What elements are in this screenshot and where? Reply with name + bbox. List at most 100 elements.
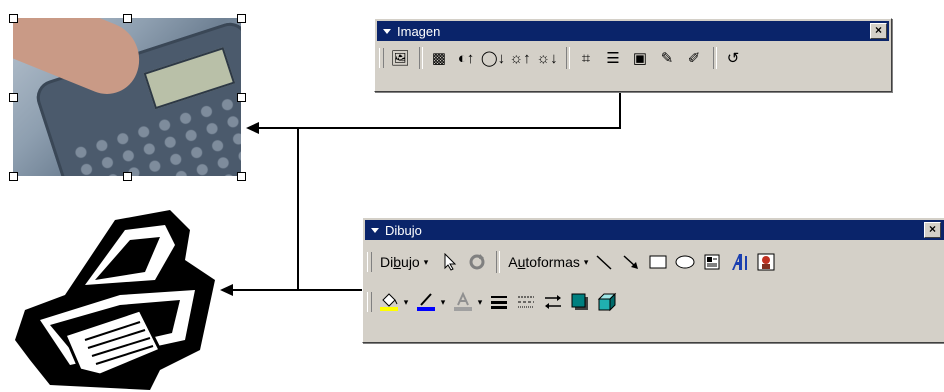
- resize-handle-ne[interactable]: [237, 14, 246, 23]
- draw-menu-button[interactable]: Dibujo ▾: [376, 251, 432, 273]
- resize-handle-nw[interactable]: [9, 14, 18, 23]
- imagen-toolbar: Imagen × 🖼 ▩ ◐↑ ◯↓ ☼↑ ☼↓ ⌗ ☰ ▣ ✎ ✐ ↺: [374, 18, 892, 92]
- insert-picture-icon: 🖼: [390, 50, 410, 67]
- set-transparent-color-button[interactable]: ✐: [682, 47, 706, 69]
- oval-icon: [675, 255, 695, 269]
- font-color-button[interactable]: ▾: [450, 291, 484, 313]
- 3d-icon: [597, 292, 617, 312]
- arrow-to-printer-icon: [220, 284, 233, 296]
- toolbar-separator: [713, 47, 717, 69]
- fill-color-icon: [379, 293, 398, 311]
- more-brightness-icon: ☼↑: [509, 49, 531, 67]
- arrow-to-picture-icon: [246, 122, 259, 134]
- less-contrast-button[interactable]: ◯↓: [481, 47, 505, 69]
- line-style-button[interactable]: ☰: [601, 47, 625, 69]
- resize-handle-w[interactable]: [9, 93, 18, 102]
- toolbar-gripper[interactable]: [367, 292, 372, 312]
- text-box-icon: [704, 254, 720, 270]
- more-contrast-icon: ◐↑: [457, 49, 475, 67]
- line-button[interactable]: [592, 251, 616, 273]
- dash-style-button[interactable]: [514, 291, 538, 313]
- reset-picture-icon: ↺: [726, 50, 740, 67]
- connector-line: [232, 289, 362, 291]
- arrow-button[interactable]: [619, 251, 643, 273]
- select-arrow-icon: [444, 253, 457, 271]
- dash-style-icon: [518, 296, 534, 308]
- resize-handle-se[interactable]: [237, 172, 246, 181]
- font-color-icon: [453, 291, 472, 311]
- dibujo-toolbar-titlebar[interactable]: Dibujo ×: [365, 220, 944, 240]
- arrow-style-icon: [545, 295, 561, 309]
- toolbar-menu-icon[interactable]: [371, 227, 379, 233]
- dibujo-toolbar-title: Dibujo: [385, 222, 422, 238]
- rectangle-button[interactable]: [646, 251, 670, 273]
- select-objects-button[interactable]: [438, 251, 462, 273]
- insert-picture-button[interactable]: 🖼: [388, 47, 412, 69]
- line-color-icon: [416, 293, 435, 311]
- shadow-button[interactable]: [568, 291, 592, 313]
- dibujo-row-2: ▾ ▾ ▾: [363, 282, 944, 322]
- oval-button[interactable]: [673, 251, 697, 273]
- wordart-icon: [732, 254, 748, 270]
- set-transparent-color-icon: ✐: [687, 50, 701, 67]
- text-wrapping-button[interactable]: ▣: [628, 47, 652, 69]
- free-rotate-button[interactable]: [465, 251, 489, 273]
- text-wrapping-icon: ▣: [632, 50, 648, 67]
- rectangle-icon: [649, 255, 667, 269]
- reset-picture-button[interactable]: ↺: [721, 47, 745, 69]
- dibujo-row-1: Dibujo ▾ Autoformas ▾: [363, 242, 944, 282]
- resize-handle-s[interactable]: [123, 172, 132, 181]
- toolbar-separator: [566, 47, 570, 69]
- toolbar-separator: [419, 47, 423, 69]
- autoshapes-menu-button[interactable]: Autoformas ▾: [504, 251, 592, 273]
- resize-handle-n[interactable]: [123, 14, 132, 23]
- dropdown-arrow-icon: ▾: [440, 296, 446, 307]
- imagen-toolbar-buttons: 🖼 ▩ ◐↑ ◯↓ ☼↑ ☼↓ ⌗ ☰ ▣ ✎ ✐ ↺: [375, 43, 891, 73]
- line-style-icon: [491, 296, 507, 309]
- dropdown-arrow-icon: ▾: [423, 256, 429, 267]
- resize-handle-e[interactable]: [237, 93, 246, 102]
- printer-clipart: [15, 210, 215, 390]
- imagen-toolbar-title: Imagen: [397, 23, 441, 39]
- dibujo-toolbar: Dibujo × Dibujo ▾ Autoformas ▾ ▾ ▾ ▾: [362, 217, 944, 343]
- less-brightness-icon: ☼↓: [536, 49, 558, 67]
- dropdown-arrow-icon: ▾: [477, 296, 483, 307]
- less-contrast-icon: ◯↓: [480, 50, 506, 67]
- resize-handle-sw[interactable]: [9, 172, 18, 181]
- line-color-button[interactable]: ▾: [413, 291, 447, 313]
- connector-line: [258, 127, 621, 129]
- shadow-icon: [571, 293, 588, 310]
- dropdown-arrow-icon: ▾: [583, 256, 589, 267]
- more-contrast-button[interactable]: ◐↑: [454, 47, 478, 69]
- text-box-button[interactable]: [700, 251, 724, 273]
- connector-line: [297, 127, 299, 290]
- line-icon: [596, 255, 612, 270]
- arrow-icon: [623, 255, 639, 269]
- wordart-button[interactable]: [727, 251, 751, 273]
- crop-button[interactable]: ⌗: [574, 47, 598, 69]
- arrow-style-button[interactable]: [541, 291, 565, 313]
- toolbar-gripper[interactable]: [379, 48, 384, 68]
- insert-clipart-button[interactable]: [754, 251, 778, 273]
- color-button[interactable]: ▩: [427, 47, 451, 69]
- close-button[interactable]: ×: [924, 222, 941, 238]
- draw-menu-label: Dibujo: [380, 254, 420, 270]
- color-icon: ▩: [431, 50, 447, 67]
- format-picture-button[interactable]: ✎: [655, 47, 679, 69]
- toolbar-menu-icon[interactable]: [383, 28, 391, 34]
- close-button[interactable]: ×: [870, 23, 887, 39]
- imagen-toolbar-titlebar[interactable]: Imagen ×: [377, 21, 889, 41]
- clipart-icon: [757, 253, 775, 271]
- fill-color-button[interactable]: ▾: [376, 291, 410, 313]
- format-picture-icon: ✎: [660, 50, 674, 67]
- line-style-button[interactable]: [487, 291, 511, 313]
- line-style-icon: ☰: [606, 50, 620, 67]
- autoshapes-label: Autoformas: [508, 254, 580, 270]
- selected-picture[interactable]: [13, 18, 241, 176]
- 3d-button[interactable]: [595, 291, 619, 313]
- toolbar-gripper[interactable]: [367, 252, 372, 272]
- less-brightness-button[interactable]: ☼↓: [535, 47, 559, 69]
- more-brightness-button[interactable]: ☼↑: [508, 47, 532, 69]
- rotate-icon: [469, 254, 485, 270]
- connector-line: [619, 92, 621, 128]
